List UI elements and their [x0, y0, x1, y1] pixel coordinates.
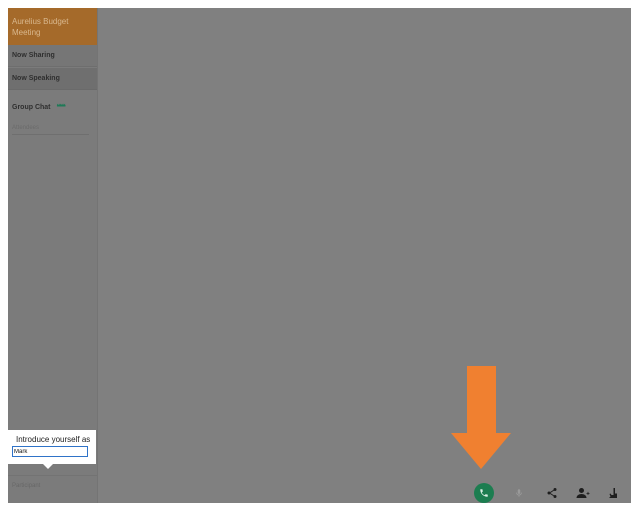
popup-pointer: [42, 463, 54, 469]
arrow-down-icon: [451, 366, 511, 469]
now-speaking-section[interactable]: Now Speaking: [8, 68, 97, 90]
phone-icon: [480, 489, 488, 497]
introduce-yourself-popup: Introduce yourself as: [8, 430, 96, 464]
now-sharing-section[interactable]: Now Sharing: [8, 45, 97, 67]
add-person-icon: [576, 488, 590, 498]
share-button[interactable]: [540, 482, 564, 503]
raise-hand-button[interactable]: [601, 482, 625, 503]
chat-bubbles-icon: ❝❝❝: [56, 104, 65, 111]
microphone-icon: [516, 489, 522, 497]
meeting-title: Aurelius Budget Meeting: [8, 8, 97, 45]
participant-label: Participant: [12, 483, 41, 489]
name-input[interactable]: [12, 446, 88, 457]
sidebar: Aurelius Budget Meeting Now Sharing Now …: [8, 8, 98, 503]
share-icon: [547, 488, 557, 498]
introduce-yourself-label: Introduce yourself as: [16, 435, 91, 444]
meeting-window: Aurelius Budget Meeting Now Sharing Now …: [8, 8, 631, 503]
sidebar-divider: [8, 475, 97, 476]
group-chat-label: Group Chat: [12, 104, 51, 111]
microphone-button[interactable]: [508, 482, 530, 503]
attendees-label: Attendees: [12, 125, 89, 135]
group-chat-header[interactable]: Group Chat ❝❝❝: [12, 103, 66, 111]
add-person-button[interactable]: [571, 482, 595, 503]
call-button[interactable]: [474, 483, 494, 503]
raise-hand-icon: [609, 488, 617, 498]
